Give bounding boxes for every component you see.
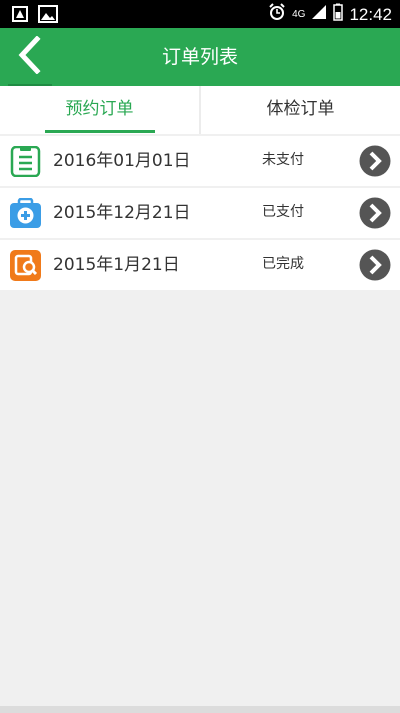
medical-case-icon — [10, 197, 41, 229]
order-tabs: 预约订单 体检订单 — [0, 86, 400, 134]
order-date: 2015年12月21日 — [53, 203, 191, 223]
alarm-icon — [268, 3, 286, 26]
app-bar: 订单列表 — [0, 28, 400, 86]
signal-icon — [311, 4, 327, 25]
order-status: 已完成 — [262, 256, 304, 272]
clipboard-icon — [10, 145, 41, 178]
chevron-left-icon — [17, 35, 43, 78]
tab-appointment-orders[interactable]: 预约订单 — [0, 86, 199, 134]
chevron-right-icon[interactable] — [359, 145, 391, 177]
tab-checkup-orders[interactable]: 体检订单 — [201, 86, 400, 134]
page-title: 订单列表 — [161, 46, 238, 68]
notification-icon — [12, 5, 30, 27]
clock: 12:42 — [349, 4, 392, 24]
order-status: 已支付 — [262, 204, 304, 220]
bottom-edge — [0, 706, 400, 713]
chevron-right-icon[interactable] — [359, 197, 391, 229]
active-tab-indicator — [45, 130, 155, 133]
order-date: 2015年1月21日 — [53, 255, 180, 275]
status-bar: 4G 12:42 — [0, 0, 400, 28]
order-row[interactable]: 2016年01月01日 未支付 — [0, 136, 400, 186]
battery-icon — [333, 3, 344, 26]
network-type: 4G — [292, 8, 306, 20]
order-status: 未支付 — [262, 152, 304, 168]
report-search-icon — [10, 250, 41, 281]
back-button[interactable] — [2, 28, 58, 86]
order-row[interactable]: 2015年1月21日 已完成 — [0, 240, 400, 290]
chevron-right-icon[interactable] — [359, 249, 391, 281]
order-row[interactable]: 2015年12月21日 已支付 — [0, 188, 400, 238]
order-date: 2016年01月01日 — [53, 151, 191, 171]
image-icon — [38, 5, 58, 27]
